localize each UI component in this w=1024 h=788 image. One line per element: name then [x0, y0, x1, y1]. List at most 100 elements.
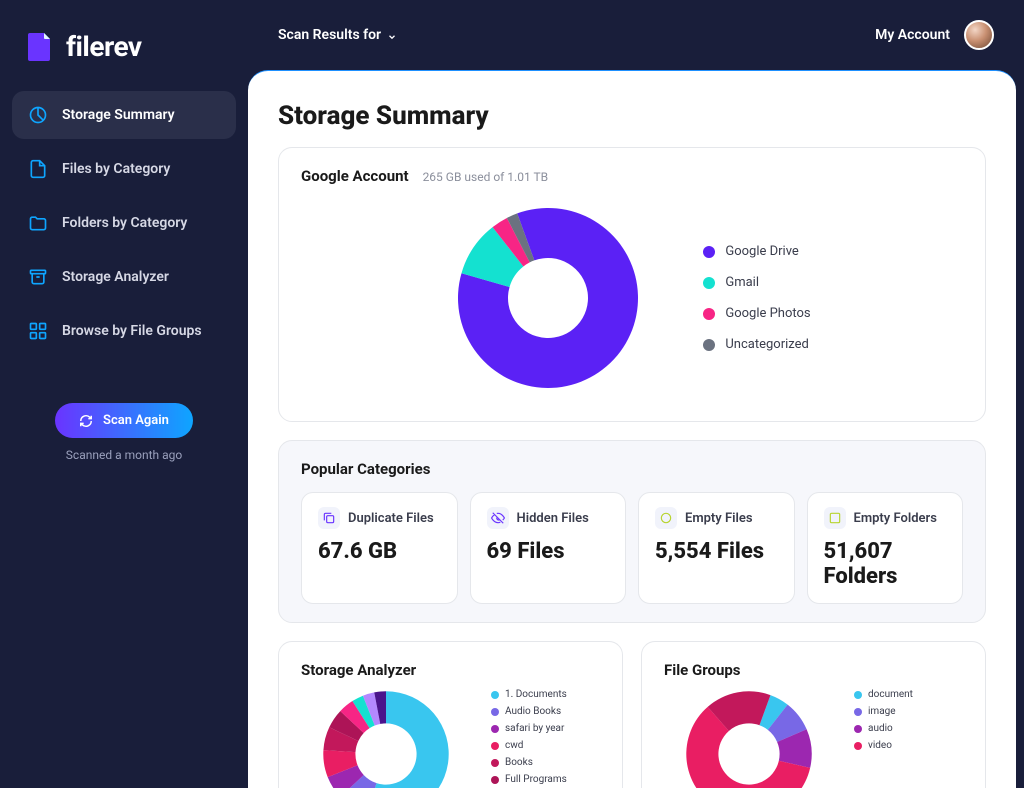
- legend-dot: [491, 742, 499, 750]
- sidebar-item-browse-file-groups[interactable]: Browse by File Groups: [12, 307, 236, 355]
- donut-row: 1. DocumentsAudio Bookssafari by yearcwd…: [301, 689, 600, 788]
- chevron-down-icon: [387, 30, 397, 40]
- brand-icon: [24, 31, 56, 63]
- card-header: Google Account 265 GB used of 1.01 TB: [301, 166, 963, 185]
- pie-chart-icon: [28, 105, 48, 125]
- empty-folder-icon: [824, 507, 846, 529]
- donut-legend: Google Drive Gmail Google Photos Uncategori…: [703, 244, 810, 352]
- popular-categories-card: Popular Categories Duplicate Files 67.6 …: [278, 440, 986, 623]
- category-head: Empty Folders: [824, 507, 947, 529]
- legend-dot: [703, 277, 715, 289]
- legend-dot: [703, 246, 715, 258]
- legend-item: Gmail: [703, 275, 810, 290]
- category-value: 51,607 Folders: [824, 539, 947, 589]
- sidebar-item-storage-analyzer[interactable]: Storage Analyzer: [12, 253, 236, 301]
- account-menu[interactable]: My Account: [875, 20, 994, 50]
- legend-label: Uncategorized: [725, 337, 808, 352]
- legend-item: Google Drive: [703, 244, 810, 259]
- legend-dot: [491, 691, 499, 699]
- card-subtitle: 265 GB used of 1.01 TB: [423, 170, 549, 184]
- legend-item: 1. Documents: [491, 689, 567, 700]
- sidebar-item-folders-by-category[interactable]: Folders by Category: [12, 199, 236, 247]
- duplicate-icon: [318, 507, 340, 529]
- grid-icon: [28, 321, 48, 341]
- category-tile[interactable]: Empty Folders 51,607 Folders: [807, 492, 964, 604]
- category-head: Hidden Files: [487, 507, 610, 529]
- legend-dot: [491, 725, 499, 733]
- bottom-row: Storage Analyzer 1. Documents Audio Books…: [278, 641, 986, 788]
- sidebar-item-label: Storage Summary: [62, 107, 175, 123]
- category-value: 5,554 Files: [655, 539, 778, 564]
- file-icon: [28, 159, 48, 179]
- legend-item: video: [854, 740, 913, 751]
- topbar: Scan Results for My Account: [248, 0, 1024, 70]
- scan-section: Scan Again Scanned a month ago: [12, 403, 236, 462]
- category-tile[interactable]: Duplicate Files 67.6 GB: [301, 492, 458, 604]
- legend-label: image: [868, 706, 896, 717]
- legend-label: audio: [868, 723, 893, 734]
- category-tile[interactable]: Hidden Files 69 Files: [470, 492, 627, 604]
- main: Scan Results for My Account Storage Summ…: [248, 0, 1024, 788]
- legend-label: Books: [505, 757, 533, 768]
- legend-dot: [854, 691, 862, 699]
- sidebar-item-storage-summary[interactable]: Storage Summary: [12, 91, 236, 139]
- folder-icon: [28, 213, 48, 233]
- category-label: Duplicate Files: [348, 511, 434, 526]
- scan-button-label: Scan Again: [103, 413, 169, 428]
- legend-label: Google Photos: [725, 306, 810, 321]
- page-title: Storage Summary: [278, 101, 986, 131]
- legend-label: Gmail: [725, 275, 759, 290]
- scan-again-button[interactable]: Scan Again: [55, 403, 193, 438]
- sidebar-item-files-by-category[interactable]: Files by Category: [12, 145, 236, 193]
- legend-label: safari by year: [505, 723, 564, 734]
- legend-label: video: [868, 740, 892, 751]
- account-label: My Account: [875, 27, 950, 43]
- storage-analyzer-card: Storage Analyzer 1. Documents Audio Books…: [278, 641, 623, 788]
- legend-item: Audio Books: [491, 706, 567, 717]
- content: Storage Summary Google Account 265 GB us…: [248, 70, 1016, 788]
- card-title: File Groups: [664, 661, 741, 679]
- sidebar-item-label: Storage Analyzer: [62, 269, 169, 285]
- category-grid: Duplicate Files 67.6 GB Hidden Files 69 …: [301, 492, 963, 604]
- sidebar-nav: Storage Summary Files by Category Folder…: [12, 91, 236, 355]
- legend-label: Full Programs: [505, 774, 567, 785]
- legend-dot: [491, 776, 499, 784]
- sidebar: filerev Storage Summary Files by Categor…: [0, 0, 248, 788]
- legend-label: document: [868, 689, 913, 700]
- category-label: Empty Files: [685, 511, 753, 526]
- legend-item: audio: [854, 723, 913, 734]
- category-value: 67.6 GB: [318, 539, 441, 564]
- category-head: Empty Files: [655, 507, 778, 529]
- sidebar-item-label: Files by Category: [62, 161, 170, 177]
- analyzer-donut-chart: [301, 689, 471, 788]
- hidden-icon: [487, 507, 509, 529]
- scan-timestamp: Scanned a month ago: [66, 448, 182, 462]
- card-title: Storage Analyzer: [301, 661, 416, 679]
- legend-item: image: [854, 706, 913, 717]
- donut-row: document image audio video: [664, 689, 963, 788]
- category-tile[interactable]: Empty Files 5,554 Files: [638, 492, 795, 604]
- legend-dot: [491, 759, 499, 767]
- legend-label: 1. Documents: [505, 689, 567, 700]
- card-title: Google Account: [301, 167, 409, 185]
- legend-label: Audio Books: [505, 706, 561, 717]
- donut-row: Google Drive Gmail Google Photos Uncategori…: [301, 185, 963, 403]
- legend-dot: [491, 708, 499, 716]
- avatar: [964, 20, 994, 50]
- donut-legend: document image audio video: [854, 689, 913, 751]
- category-label: Empty Folders: [854, 511, 937, 526]
- legend-item: safari by year: [491, 723, 567, 734]
- file-groups-card: File Groups document image audio video: [641, 641, 986, 788]
- legend-item: Uncategorized: [703, 337, 810, 352]
- category-label: Hidden Files: [517, 511, 589, 526]
- archive-icon: [28, 267, 48, 287]
- account-storage-card: Google Account 265 GB used of 1.01 TB Go…: [278, 147, 986, 422]
- brand-logo[interactable]: filerev: [12, 20, 236, 91]
- legend-item: document: [854, 689, 913, 700]
- legend-dot: [854, 725, 862, 733]
- scan-results-dropdown[interactable]: Scan Results for: [278, 27, 397, 43]
- scan-results-label: Scan Results for: [278, 27, 381, 43]
- donut-legend: 1. DocumentsAudio Bookssafari by yearcwd…: [491, 689, 567, 785]
- legend-item: Full Programs: [491, 774, 567, 785]
- account-donut-chart: [453, 203, 643, 393]
